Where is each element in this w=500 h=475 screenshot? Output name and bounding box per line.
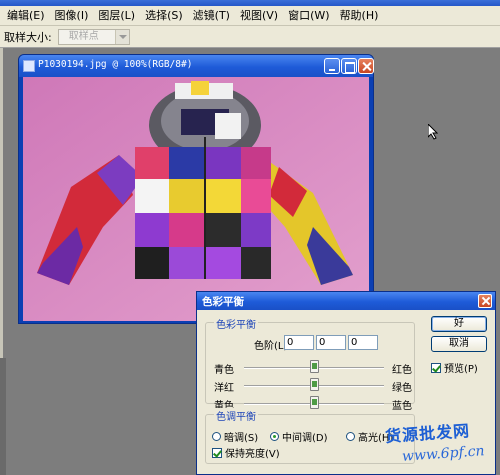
workspace-edge: [0, 358, 6, 475]
cyan-red-slider-thumb[interactable]: [310, 360, 319, 373]
menu-select[interactable]: 选择(S): [140, 6, 188, 26]
tone-balance-group-title: 色调平衡: [214, 408, 258, 423]
midtones-radio-circle[interactable]: [270, 432, 279, 441]
shadows-radio-label: 暗调(S): [224, 433, 259, 444]
preview-check[interactable]: [431, 362, 441, 373]
document-window: P1030194.jpg @ 100%(RGB/8#): [18, 54, 374, 324]
preview-checkbox[interactable]: 预览(P): [431, 360, 478, 375]
menu-edit[interactable]: 编辑(E): [2, 6, 50, 26]
options-bar: 取样大小: 取样点: [0, 26, 500, 48]
menu-image[interactable]: 图像(I): [50, 6, 94, 26]
preserve-luminosity-checkbox[interactable]: 保持亮度(V): [212, 445, 280, 460]
sample-size-select[interactable]: 取样点: [57, 28, 130, 45]
document-icon: [23, 60, 35, 72]
left-panel-edge: [0, 48, 3, 358]
midtones-radio[interactable]: 中间调(D): [270, 429, 328, 444]
cyan-red-row: 青色 红色: [206, 359, 416, 376]
minimize-button[interactable]: [324, 58, 340, 74]
levels-input-1[interactable]: 0: [284, 335, 314, 350]
maximize-button[interactable]: [341, 58, 357, 74]
levels-input-2[interactable]: 0: [316, 335, 346, 350]
menu-bar: 编辑(E) 图像(I) 图层(L) 选择(S) 滤镜(T) 视图(V) 窗口(W…: [0, 6, 500, 26]
document-title-bar[interactable]: P1030194.jpg @ 100%(RGB/8#): [19, 55, 374, 77]
sample-size-value: 取样点: [68, 30, 99, 42]
magenta-green-row: 洋红 绿色: [206, 377, 416, 394]
highlights-radio-circle[interactable]: [346, 432, 355, 441]
preserve-luminosity-check[interactable]: [212, 447, 222, 458]
document-title: P1030194.jpg @ 100%(RGB/8#): [38, 59, 193, 70]
menu-filter[interactable]: 滤镜(T): [188, 6, 235, 26]
close-button[interactable]: [358, 58, 374, 74]
blue-label: 蓝色: [392, 401, 412, 412]
dialog-close-button[interactable]: [478, 294, 492, 308]
yellow-blue-slider-thumb[interactable]: [310, 396, 319, 409]
sample-size-label: 取样大小:: [4, 30, 52, 44]
magenta-green-slider-thumb[interactable]: [310, 378, 319, 391]
ok-button[interactable]: 好: [431, 316, 487, 332]
menu-window[interactable]: 窗口(W): [283, 6, 334, 26]
jacket-photo: [23, 77, 369, 321]
shadows-radio-circle[interactable]: [212, 432, 221, 441]
color-balance-group-title: 色彩平衡: [214, 316, 258, 331]
dialog-title: 色彩平衡: [202, 296, 244, 308]
chevron-down-icon[interactable]: [114, 29, 129, 44]
preserve-luminosity-label: 保持亮度(V): [225, 449, 280, 460]
tone-balance-group: 色调平衡 暗调(S) 中间调(D) 高光(H) 保持亮度(V): [205, 408, 415, 464]
image-canvas[interactable]: [23, 77, 369, 321]
cyan-label: 青色: [214, 365, 234, 376]
levels-input-3[interactable]: 0: [348, 335, 378, 350]
menu-layer[interactable]: 图层(L): [93, 6, 140, 26]
menu-help[interactable]: 帮助(H): [335, 6, 384, 26]
cancel-button[interactable]: 取消: [431, 336, 487, 352]
dialog-title-bar[interactable]: 色彩平衡: [197, 292, 495, 310]
color-balance-group: 色彩平衡 色阶(L): 0 0 0 青色 红色 洋红 绿色 黄色 蓝色: [205, 316, 416, 412]
midtones-radio-label: 中间调(D): [282, 433, 328, 444]
red-label: 红色: [392, 365, 412, 376]
preview-label: 预览(P): [444, 364, 478, 375]
shadows-radio[interactable]: 暗调(S): [212, 429, 258, 444]
green-label: 绿色: [392, 383, 412, 394]
magenta-label: 洋红: [214, 383, 234, 394]
menu-view[interactable]: 视图(V): [235, 6, 283, 26]
